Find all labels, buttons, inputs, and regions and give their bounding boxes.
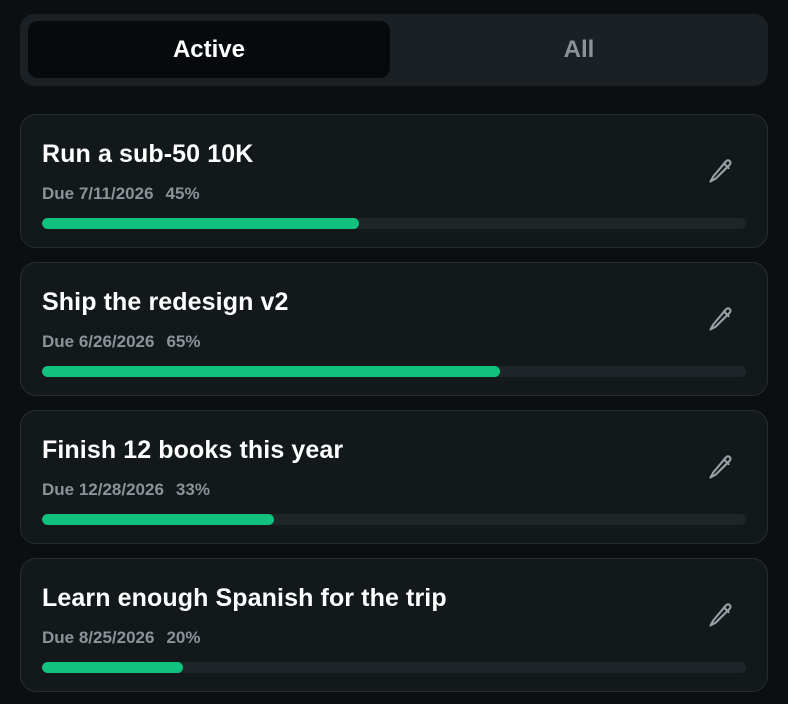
progress-bar	[42, 218, 746, 229]
goal-card[interactable]: Run a sub-50 10K Due 7/11/2026 45%	[20, 114, 768, 248]
goal-due-date: Due 6/26/2026	[42, 332, 155, 351]
goal-title: Finish 12 books this year	[42, 436, 344, 464]
goal-percent: 20%	[166, 628, 201, 647]
tab-all[interactable]: All	[398, 21, 760, 78]
progress-bar	[42, 514, 746, 525]
goal-due-date: Due 7/11/2026	[42, 184, 154, 203]
goal-meta: Due 7/11/2026 45%	[42, 184, 200, 204]
goal-title: Run a sub-50 10K	[42, 140, 254, 168]
goal-meta: Due 8/25/2026 20%	[42, 628, 201, 648]
goal-card[interactable]: Ship the redesign v2 Due 6/26/2026 65%	[20, 262, 768, 396]
goal-card[interactable]: Finish 12 books this year Due 12/28/2026…	[20, 410, 768, 544]
goal-percent: 45%	[165, 184, 200, 203]
progress-fill	[42, 662, 183, 673]
progress-fill	[42, 514, 275, 525]
goal-percent: 65%	[166, 332, 201, 351]
edit-goal-button[interactable]	[705, 599, 737, 631]
filter-tabs: Active All	[20, 14, 768, 86]
edit-goal-button[interactable]	[705, 303, 737, 335]
goal-percent: 33%	[175, 480, 210, 499]
goal-due-date: Due 8/25/2026	[42, 628, 155, 647]
pencil-icon	[709, 307, 732, 331]
progress-bar	[42, 662, 746, 673]
goal-title: Ship the redesign v2	[42, 288, 289, 316]
goal-due-date: Due 12/28/2026	[42, 480, 164, 499]
pencil-icon	[709, 603, 732, 627]
goal-meta: Due 12/28/2026 33%	[42, 480, 210, 500]
pencil-icon	[709, 455, 732, 479]
tab-active[interactable]: Active	[28, 21, 390, 78]
pencil-icon	[709, 159, 732, 183]
goal-meta: Due 6/26/2026 65%	[42, 332, 201, 352]
goal-card[interactable]: Learn enough Spanish for the trip Due 8/…	[20, 558, 768, 692]
edit-goal-button[interactable]	[705, 155, 737, 187]
progress-fill	[42, 366, 500, 377]
progress-bar	[42, 366, 746, 377]
progress-fill	[42, 218, 359, 229]
edit-goal-button[interactable]	[705, 451, 737, 483]
goal-title: Learn enough Spanish for the trip	[42, 584, 447, 612]
